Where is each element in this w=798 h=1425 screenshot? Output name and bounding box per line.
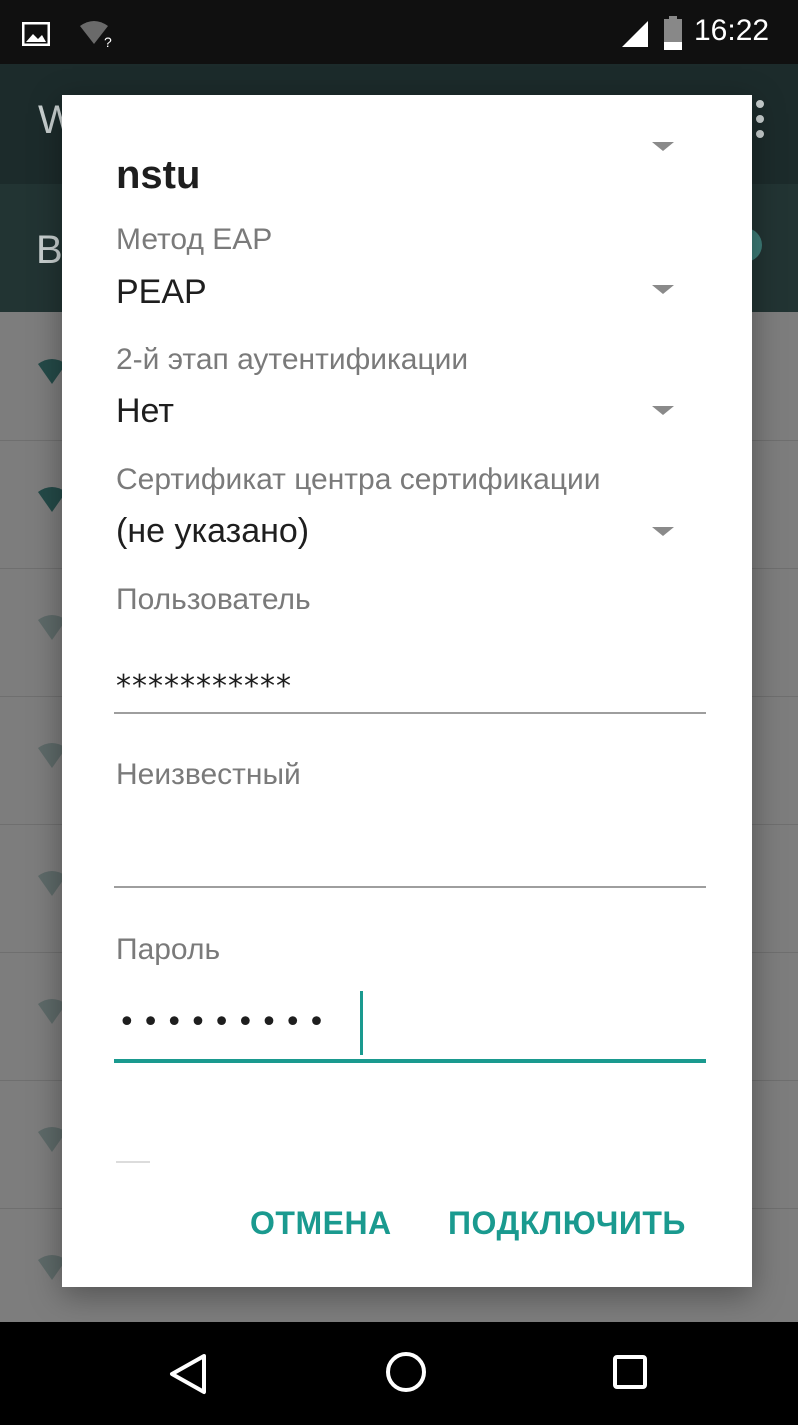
- status-bar: ? 16:22: [0, 0, 798, 64]
- wifi-unknown-icon: ?: [80, 21, 112, 48]
- identity-underline: [114, 712, 706, 714]
- chevron-down-icon[interactable]: [652, 406, 674, 415]
- phase2-dropdown[interactable]: Нет: [116, 392, 174, 431]
- phase2-label: 2-й этап аутентификации: [116, 343, 469, 376]
- navigation-bar: [0, 1322, 798, 1425]
- anonymous-identity-label: Неизвестный: [116, 758, 301, 791]
- back-icon[interactable]: [168, 1352, 208, 1396]
- chevron-down-icon[interactable]: [652, 527, 674, 536]
- battery-icon: [664, 16, 682, 50]
- cancel-button[interactable]: ОТМЕНА: [250, 1205, 392, 1242]
- clock: 16:22: [694, 14, 770, 47]
- password-underline: [114, 1059, 706, 1063]
- identity-field[interactable]: ***********: [116, 669, 292, 704]
- svg-text:?: ?: [104, 34, 112, 48]
- ca-cert-label: Сертификат центра сертификации: [116, 463, 601, 496]
- home-icon[interactable]: [384, 1350, 428, 1394]
- identity-label: Пользователь: [116, 583, 311, 616]
- divider: [116, 1161, 150, 1163]
- wifi-switch-label: B: [36, 228, 63, 272]
- connect-button[interactable]: ПОДКЛЮЧИТЬ: [448, 1205, 686, 1242]
- anonymous-identity-underline: [114, 886, 706, 888]
- ca-cert-dropdown[interactable]: (не указано): [116, 512, 309, 551]
- eap-method-dropdown[interactable]: PEAP: [116, 273, 207, 312]
- overflow-menu-icon[interactable]: [756, 100, 764, 138]
- signal-icon: [622, 21, 648, 47]
- chevron-down-icon[interactable]: [652, 285, 674, 294]
- text-cursor: [360, 991, 363, 1055]
- wifi-connect-dialog: nstu Метод EAP PEAP 2-й этап аутентифика…: [62, 95, 752, 1287]
- image-icon: [22, 22, 50, 46]
- dialog-title: nstu: [116, 153, 201, 197]
- eap-method-label: Метод EAP: [116, 223, 273, 256]
- recents-icon[interactable]: [612, 1354, 648, 1390]
- password-field[interactable]: •••••••••: [118, 1005, 331, 1040]
- chevron-down-icon: [652, 142, 674, 151]
- password-label: Пароль: [116, 933, 221, 966]
